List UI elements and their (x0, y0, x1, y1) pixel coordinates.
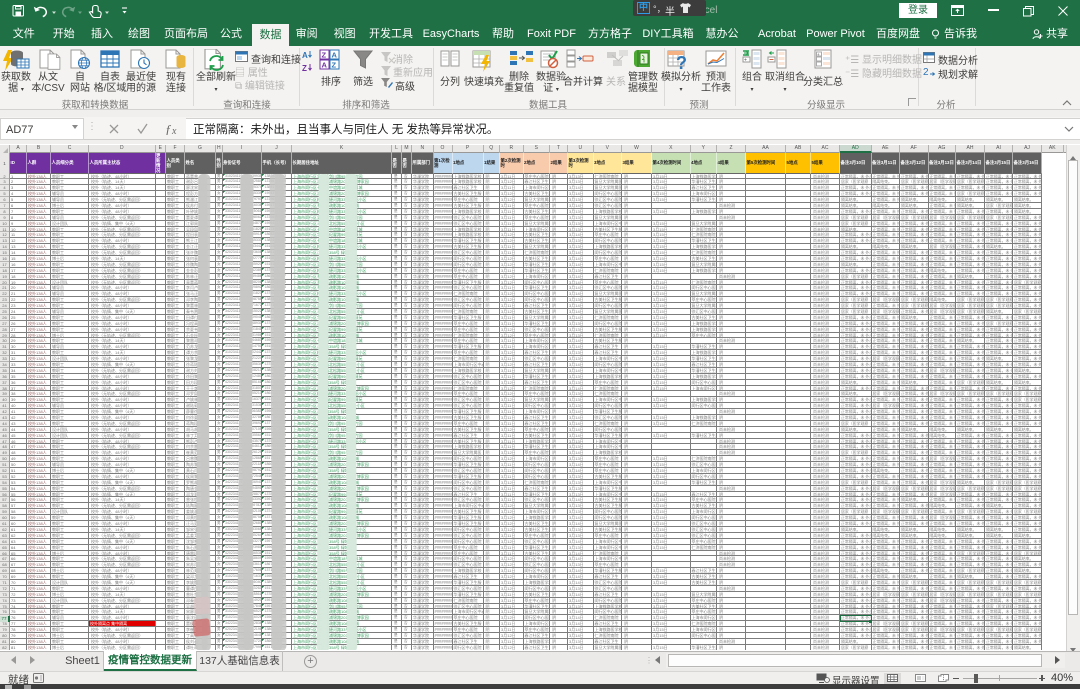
svg-text:A: A (322, 61, 328, 70)
svg-text:A: A (332, 51, 338, 60)
svg-text:2: 2 (923, 67, 929, 77)
svg-text:+: + (817, 52, 820, 57)
svg-text:Z: Z (322, 51, 327, 60)
svg-text:+: + (744, 58, 747, 64)
svg-text:?: ? (676, 53, 687, 73)
svg-text:A: A (302, 51, 308, 60)
svg-text:Z: Z (332, 61, 337, 70)
svg-text:x: x (171, 126, 177, 135)
svg-text:Z: Z (302, 64, 307, 73)
